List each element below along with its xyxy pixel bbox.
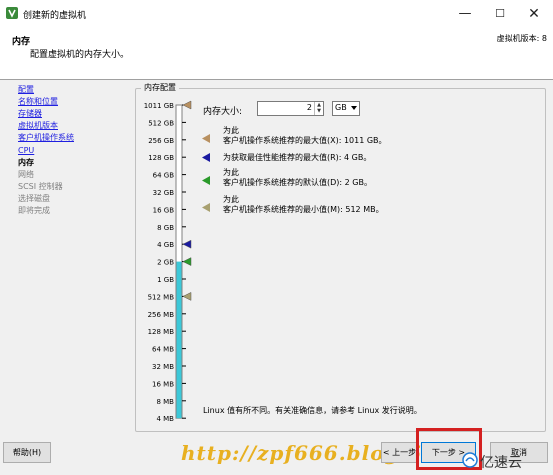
nav-item-select-disk: 选择磁盘	[18, 194, 50, 203]
scale-fill	[176, 261, 182, 419]
maximize-button[interactable]: ☐	[485, 4, 515, 24]
scale-tick-label: 2 GB	[157, 259, 174, 267]
nav-item-name-location[interactable]: 名称和位置	[18, 97, 58, 107]
legend-max-guest: 为此 客户机操作系统推荐的最大值(X): 1011 GB。	[202, 125, 462, 147]
scale-tick-label: 64 MB	[152, 346, 174, 354]
linux-note: Linux 值有所不同。有关准确信息，请参考 Linux 发行说明。	[203, 406, 422, 415]
memory-unit-select[interactable]: GB	[332, 101, 360, 116]
memory-unit-value: GB	[335, 103, 347, 112]
max-performance-marker-icon	[202, 153, 210, 162]
legend-min-line2: 客户机操作系统推荐的最小值(M): 512 MB。	[223, 205, 384, 214]
spinner-arrows-icon[interactable]: ▲ ▼	[314, 102, 323, 115]
page-description: 配置虚拟机的内存大小。	[30, 50, 130, 60]
default-marker-icon	[202, 176, 210, 185]
memory-size-label: 内存大小:	[203, 107, 243, 117]
legend-max-performance: 为获取最佳性能推荐的最大值(R): 4 GB。	[202, 152, 462, 164]
legend-max-guest-line2: 客户机操作系统推荐的最大值(X): 1011 GB。	[223, 136, 387, 145]
legend-default: 为此 客户机操作系统推荐的默认值(D): 2 GB。	[202, 167, 462, 189]
nav-item-storage[interactable]: 存储器	[18, 109, 42, 119]
nav-item-guest-os[interactable]: 客户机操作系统	[18, 133, 74, 143]
scale-tick-label: 8 MB	[156, 398, 174, 406]
scale-tick-label: 1011 GB	[144, 102, 174, 110]
legend-min: 为此 客户机操作系统推荐的最小值(M): 512 MB。	[202, 194, 462, 216]
nav-item-memory: 内存	[18, 158, 34, 167]
scale-tick-label: 128 MB	[148, 328, 175, 336]
scale-tick-label: 16 GB	[153, 206, 175, 214]
scale-tick-label: 4 MB	[156, 415, 174, 423]
scale-tick-label: 64 GB	[153, 172, 175, 180]
memory-size-value[interactable]: 2	[307, 103, 312, 112]
help-button[interactable]: 帮助(H)	[3, 442, 51, 463]
vm-version-label: 虚拟机版本: 8	[496, 34, 547, 43]
brand-watermark: 亿速云	[480, 455, 522, 471]
scale-marker-default	[182, 257, 192, 267]
scale-marker-max-performance	[182, 239, 192, 249]
page-title: 内存	[12, 37, 31, 47]
scale-tick-label: 32 GB	[153, 189, 175, 197]
min-marker-icon	[202, 203, 210, 212]
window-title: 创建新的虚拟机	[23, 11, 87, 21]
nav-item-cpu[interactable]: CPU	[18, 146, 34, 156]
back-button[interactable]: < 上一步	[381, 442, 418, 463]
scale-tick-label: 32 MB	[152, 363, 174, 371]
nav-item-config[interactable]: 配置	[18, 85, 34, 95]
legend-default-line2: 客户机操作系统推荐的默认值(D): 2 GB。	[223, 178, 372, 187]
memory-config-group-label: 内存配置	[141, 82, 179, 93]
nav-item-vm-version[interactable]: 虚拟机版本	[18, 121, 58, 131]
scale-marker-min	[182, 291, 192, 301]
scale-tick-label: 16 MB	[152, 380, 174, 388]
scale-tick-label: 256 MB	[148, 311, 175, 319]
memory-size-spinner[interactable]: 2 ▲ ▼	[257, 101, 324, 116]
title-bar: 创建新的虚拟机 — ☐ ✕	[0, 0, 553, 27]
scale-tick-label: 512 GB	[148, 119, 174, 127]
scale-tick-label: 512 MB	[148, 293, 175, 301]
scale-marker-max-guest	[182, 100, 192, 110]
scale-tick-label: 1 GB	[157, 276, 174, 284]
vsphere-app-icon	[6, 7, 18, 19]
scale-tick-label: 256 GB	[148, 137, 174, 145]
wizard-header: 内存 配置虚拟机的内存大小。 虚拟机版本: 8	[0, 27, 553, 80]
nav-item-network: 网络	[18, 170, 34, 179]
max-guest-marker-icon	[202, 134, 210, 143]
wizard-nav: 配置 名称和位置 存储器 虚拟机版本 客户机操作系统 CPU 内存 网络 SCS…	[0, 80, 133, 436]
scale-tick-label: 8 GB	[157, 224, 174, 232]
nav-item-ready: 即将完成	[18, 206, 50, 215]
minimize-button[interactable]: —	[450, 4, 480, 24]
nav-item-scsi-controller: SCSI 控制器	[18, 182, 63, 191]
cloud-logo-icon	[462, 452, 478, 468]
close-button[interactable]: ✕	[519, 4, 549, 24]
legend-max-performance-text: 为获取最佳性能推荐的最大值(R): 4 GB。	[223, 153, 372, 162]
chevron-down-icon	[351, 106, 357, 110]
scale-tick-label: 4 GB	[157, 241, 174, 249]
scale-tick-label: 128 GB	[148, 154, 174, 162]
